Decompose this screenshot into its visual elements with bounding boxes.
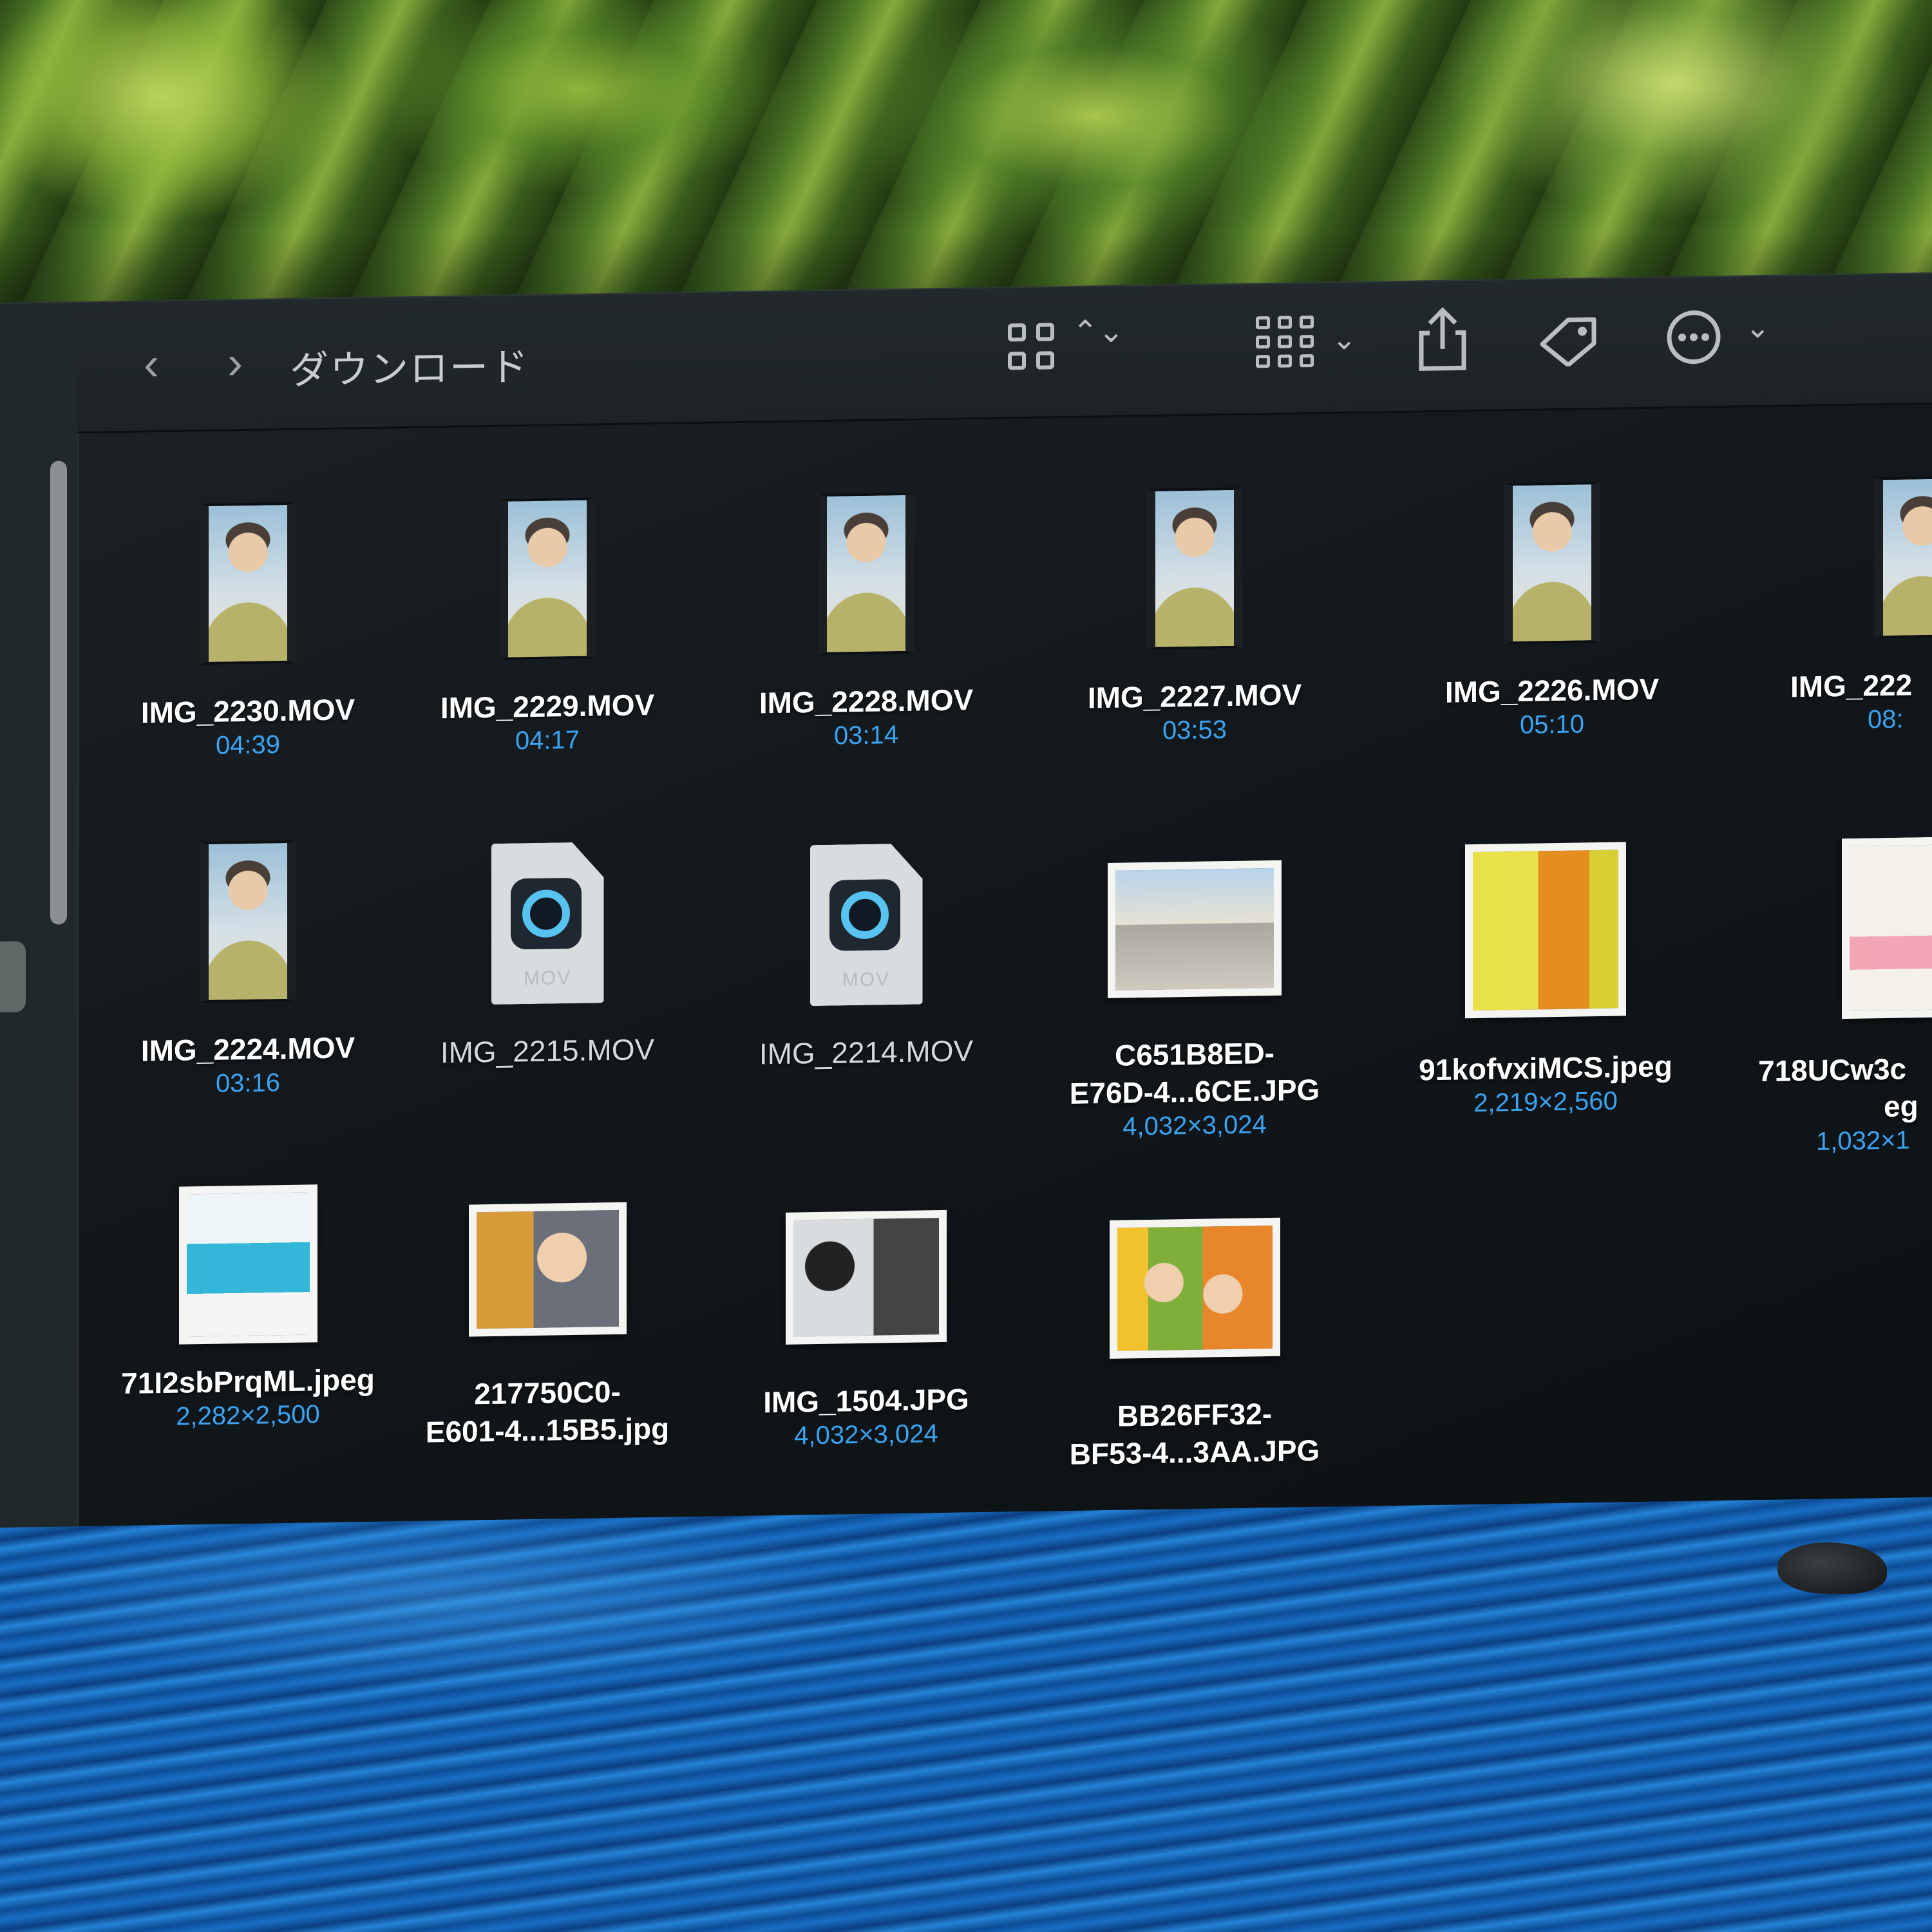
- video-thumbnail: [200, 840, 296, 1003]
- file-dimensions: 4,032×3,024: [1122, 1110, 1267, 1141]
- file-name: IMG_2227.MOV: [1087, 677, 1302, 715]
- file-dimensions: 2,219×2,560: [1473, 1086, 1618, 1118]
- file-duration: 05:10: [1519, 710, 1585, 739]
- forward-button[interactable]: ›: [213, 337, 258, 389]
- group-icon[interactable]: [1256, 315, 1320, 368]
- photo-thumbnail: [178, 1184, 317, 1345]
- file-name: IMG_222: [1790, 668, 1913, 704]
- finder-window: ‹ › ダウンロード ⌃⌄ ⌄ ⌄ IMG_2230.MOV 04:39 IMG…: [0, 272, 1932, 1528]
- file-name: 71I2sbPrqML.jpeg: [121, 1362, 375, 1401]
- file-dimensions: 4,032×3,024: [794, 1419, 938, 1450]
- file-item[interactable]: IMG_2230.MOV 04:39: [113, 501, 383, 763]
- file-name-line-2: E601-4...15B5.jpg: [425, 1411, 670, 1449]
- video-thumbnail: [1874, 476, 1932, 639]
- video-thumbnail: [1146, 487, 1243, 650]
- back-button[interactable]: ‹: [129, 338, 174, 390]
- file-item[interactable]: BB26FF32- BF53-4...3AA.JPG: [1059, 1217, 1330, 1473]
- toolbar: ‹ › ダウンロード ⌃⌄ ⌄ ⌄: [77, 273, 1932, 434]
- file-name-line-2: eg: [1884, 1089, 1918, 1124]
- sidebar: [0, 303, 79, 1528]
- photo-thumbnail: [1109, 1217, 1280, 1359]
- file-item[interactable]: IMG_2228.MOV 03:14: [731, 491, 1001, 753]
- photo-thumbnail: [468, 1202, 627, 1337]
- file-duration: 03:16: [215, 1068, 281, 1098]
- file-name-line-1: 718UCw3c: [1758, 1052, 1907, 1088]
- video-thumbnail: [1504, 481, 1600, 645]
- window-title: ダウンロード: [290, 345, 529, 393]
- photo-thumbnail: [1108, 860, 1282, 998]
- video-thumbnail: [499, 497, 596, 660]
- file-item[interactable]: 71I2sbPrqML.jpeg 2,282×2,500: [113, 1184, 383, 1434]
- chevron-left-icon: ‹: [144, 338, 159, 390]
- file-duration: 04:17: [515, 725, 580, 755]
- file-item[interactable]: IMG_1504.JPG 4,032×3,024: [731, 1209, 1001, 1453]
- grid-view-icon[interactable]: [1008, 323, 1059, 375]
- file-item[interactable]: IMG_2229.MOV 04:17: [412, 496, 683, 758]
- file-duration: 03:53: [1162, 715, 1227, 745]
- file-name-line-1: BB26FF32-: [1117, 1396, 1273, 1433]
- file-name-line-2: E76D-4...6CE.JPG: [1069, 1072, 1320, 1110]
- file-item[interactable]: IMG_2227.MOV 03:53: [1059, 486, 1330, 748]
- file-name: IMG_2214.MOV: [759, 1034, 974, 1071]
- quicktime-file-icon: MOV: [810, 843, 923, 1006]
- file-name: IMG_2226.MOV: [1444, 672, 1660, 709]
- photo-thumbnail: [786, 1209, 947, 1345]
- tag-icon[interactable]: [1536, 314, 1600, 368]
- file-name: 91kofvxiMCS.jpeg: [1419, 1049, 1672, 1087]
- file-item[interactable]: 91kofvxiMCS.jpeg 2,219×2,560: [1410, 841, 1681, 1120]
- file-extension-label: MOV: [523, 967, 572, 990]
- file-duration: 04:39: [215, 730, 281, 760]
- video-thumbnail: [818, 492, 914, 656]
- chevron-down-icon[interactable]: ⌄: [1745, 310, 1770, 345]
- file-item[interactable]: 718UCw3c eg 1,032×1: [1752, 837, 1932, 1158]
- file-duration: 03:14: [833, 721, 899, 750]
- file-item[interactable]: MOV IMG_2215.MOV: [412, 840, 683, 1072]
- file-name-line-1: 217750C0-: [474, 1374, 621, 1411]
- file-name-line-1: C651B8ED-: [1115, 1036, 1274, 1072]
- file-name: IMG_2228.MOV: [759, 683, 974, 720]
- quicktime-file-icon: MOV: [491, 842, 604, 1005]
- file-item[interactable]: MOV IMG_2214.MOV: [731, 842, 1001, 1074]
- ellipsis-circle-icon[interactable]: [1665, 308, 1723, 366]
- file-name-line-2: BF53-4...3AA.JPG: [1069, 1433, 1320, 1471]
- file-name: IMG_2229.MOV: [440, 688, 655, 725]
- file-name: IMG_2215.MOV: [440, 1032, 655, 1070]
- view-options-chevrons-icon[interactable]: ⌃⌄: [1072, 315, 1124, 350]
- file-dimensions: 1,032×1: [1816, 1126, 1910, 1156]
- file-item[interactable]: 217750C0- E601-4...15B5.jpg: [412, 1201, 683, 1451]
- video-thumbnail: [200, 502, 296, 665]
- photo-thumbnail: [1465, 842, 1626, 1019]
- file-item[interactable]: IMG_2224.MOV 03:16: [113, 839, 383, 1101]
- file-extension-label: MOV: [842, 969, 891, 991]
- photo-thumbnail: [1842, 837, 1932, 1019]
- share-icon[interactable]: [1414, 303, 1472, 375]
- file-item[interactable]: IMG_2226.MOV 05:10: [1417, 480, 1687, 743]
- file-item[interactable]: C651B8ED- E76D-4...6CE.JPG 4,032×3,024: [1059, 860, 1330, 1144]
- file-name: IMG_2224.MOV: [140, 1030, 355, 1068]
- file-name: IMG_1504.JPG: [763, 1382, 969, 1419]
- file-duration: 08:: [1868, 705, 1904, 734]
- file-name: IMG_2230.MOV: [140, 692, 355, 730]
- sidebar-selected-item[interactable]: [0, 941, 26, 1012]
- chevron-right-icon: ›: [227, 337, 243, 389]
- chevron-down-icon[interactable]: ⌄: [1332, 321, 1357, 357]
- sidebar-scrollbar[interactable]: [50, 460, 67, 925]
- file-dimensions: 2,282×2,500: [176, 1400, 320, 1431]
- file-item[interactable]: IMG_222 08:: [1784, 476, 1932, 737]
